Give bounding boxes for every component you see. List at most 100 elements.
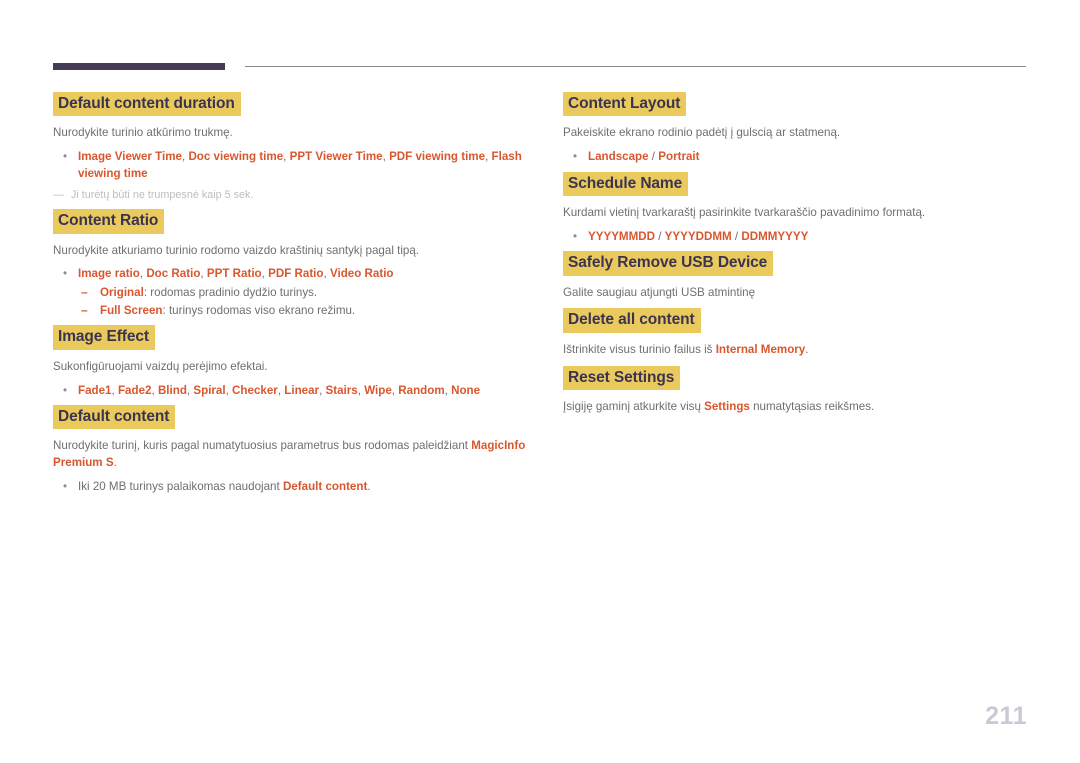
- body-text-run: : rodomas pradinio dydžio turinys.: [143, 285, 318, 299]
- bullet-dot-icon: •: [63, 480, 68, 493]
- section-heading-wrap: Reset Settings: [563, 365, 1028, 390]
- emphasis-term: Landscape: [588, 150, 649, 164]
- emphasis-term: Wipe: [364, 383, 392, 397]
- page-header-rule: [53, 58, 1026, 72]
- emphasis-term: Fade1: [78, 383, 112, 397]
- emphasis-term: Checker: [232, 383, 278, 397]
- section-safely-remove-usb-device: Safely Remove USB Device Galite saugiau a…: [563, 251, 1028, 301]
- section-heading: Default content duration: [53, 92, 241, 117]
- emphasis-term: Doc Ratio: [146, 267, 201, 281]
- section-body-text: Galite saugiau atjungti USB atmintinę: [563, 285, 756, 299]
- page-number: 211: [985, 702, 1027, 730]
- option-list-item: • Iki 20 MB turinys palaikomas naudojant …: [53, 479, 533, 495]
- section-heading-wrap: Default content duration: [53, 92, 533, 117]
- section-body-text: Nurodykite atkuriamo turinio rodomo vaiz…: [53, 243, 420, 257]
- body-text-run: Iki 20 MB turinys palaikomas naudojant: [78, 480, 283, 493]
- section-content-layout: Content Layout Pakeiskite ekrano rodinio …: [563, 92, 1028, 166]
- emphasis-term: DDMMYYYY: [741, 229, 809, 243]
- option-list: • Image ratio, Doc Ratio, PPT Ratio, PDF …: [53, 266, 533, 319]
- section-image-effect: Image Effect Sukonfigūruojami vaizdų perė…: [53, 325, 533, 399]
- emphasis-term: PPT Viewer Time: [289, 150, 383, 164]
- note-text: Ji turėtų būti ne trumpesnė kaip 5 sek.: [71, 189, 254, 202]
- body-text-run: .: [113, 456, 117, 470]
- section-heading-wrap: Image Effect: [53, 325, 533, 350]
- bullet-dot-icon: •: [63, 383, 68, 397]
- option-list: • YYYYMMDD / YYYYDDMM / DDMMYYYY: [563, 229, 1028, 245]
- section-body-text: Įsigiję gaminį atkurkite visų Settings n…: [563, 399, 1028, 416]
- option-list-item: • Image ratio, Doc Ratio, PPT Ratio, PDF …: [53, 266, 533, 319]
- section-heading-wrap: Content Ratio: [53, 209, 533, 234]
- emphasis-term: Spiral: [193, 383, 226, 397]
- body-text-run: numatytąsias reikšmes.: [749, 399, 875, 413]
- emphasis-term: Fade2: [117, 383, 152, 397]
- emphasis-term: PPT Ratio: [206, 267, 262, 281]
- option-list: • Landscape / Portrait: [563, 149, 1028, 165]
- emphasis-term: Default content: [282, 480, 368, 493]
- section-heading: Image Effect: [53, 325, 155, 350]
- section-body-text: Pakeiskite ekrano rodinio padėtį į gulsc…: [563, 126, 841, 140]
- header-thick-bar: [53, 63, 225, 70]
- note-dash-icon: —: [53, 189, 64, 202]
- section-body-text: Sukonfigūruojami vaizdų perėjimo efektai…: [53, 359, 268, 373]
- body-text-run: .: [367, 480, 371, 493]
- body-text-run: /: [648, 150, 659, 164]
- emphasis-term: YYYYDDMM: [664, 229, 732, 243]
- body-text-run: .: [805, 342, 809, 356]
- emphasis-term: None: [451, 383, 481, 397]
- emphasis-term: Linear: [284, 383, 320, 397]
- emphasis-term: Video Ratio: [329, 267, 394, 281]
- section-heading: Reset Settings: [563, 365, 681, 390]
- body-text-run: /: [731, 229, 742, 243]
- emphasis-term: Full Screen: [100, 303, 163, 317]
- section-note: — Ji turėtų būti ne trumpesnė kaip 5 sek.: [53, 188, 533, 203]
- section-heading: Content Ratio: [53, 209, 165, 234]
- emphasis-term: Image ratio: [78, 267, 140, 281]
- left-column: Default content duration Nurodykite turin…: [53, 92, 533, 501]
- sub-option-list-item: – Full Screen: turinys rodomas viso ekran…: [78, 303, 533, 320]
- emphasis-term: Random: [398, 383, 445, 397]
- section-heading-wrap: Safely Remove USB Device: [563, 251, 1028, 276]
- emphasis-term: YYYYMMDD: [588, 229, 655, 243]
- section-heading-wrap: Content Layout: [563, 92, 1028, 117]
- sub-option-list-item: – Original: rodomas pradinio dydžio turin…: [78, 285, 533, 302]
- option-list-item: • Landscape / Portrait: [563, 149, 1028, 165]
- section-heading-wrap: Schedule Name: [563, 171, 1028, 196]
- section-heading: Delete all content: [563, 308, 701, 333]
- section-body-text: Nurodykite turinio atkūrimo trukmę.: [53, 126, 233, 140]
- section-body-text: Ištrinkite visus turinio failus iš Inter…: [563, 342, 1028, 359]
- body-text-run: Įsigiję gaminį atkurkite visų: [563, 399, 705, 413]
- section-heading: Safely Remove USB Device: [563, 251, 774, 276]
- emphasis-term: Settings: [704, 399, 750, 413]
- bullet-dot-icon: •: [573, 150, 578, 164]
- section-default-content: Default content Nurodykite turinį, kuris …: [53, 405, 533, 495]
- section-heading: Content Layout: [563, 92, 687, 117]
- emphasis-term: Internal Memory: [715, 342, 806, 356]
- section-heading: Default content: [53, 405, 176, 430]
- section-default-content-duration: Default content duration Nurodykite turin…: [53, 92, 533, 203]
- emphasis-term: Blind: [157, 383, 187, 397]
- option-list-item: • Fade1, Fade2, Blind, Spiral, Checker, L…: [53, 383, 533, 399]
- bullet-dot-icon: •: [63, 150, 68, 164]
- section-body-text: Kurdami vietinį tvarkaraštį pasirinkite …: [563, 206, 926, 219]
- section-heading: Schedule Name: [563, 171, 689, 196]
- section-content-ratio: Content Ratio Nurodykite atkuriamo turini…: [53, 209, 533, 319]
- section-reset-settings: Reset Settings Įsigiję gaminį atkurkite v…: [563, 365, 1028, 416]
- option-list-item: • Image Viewer Time, Doc viewing time, PP…: [53, 149, 533, 182]
- section-schedule-name: Schedule Name Kurdami vietinį tvarkaraštį…: [563, 171, 1028, 246]
- option-list: • Fade1, Fade2, Blind, Spiral, Checker, L…: [53, 383, 533, 399]
- emphasis-term: Stairs: [325, 383, 358, 397]
- emphasis-term: Original: [100, 285, 144, 299]
- bullet-dash-icon: –: [81, 302, 88, 317]
- bullet-dash-icon: –: [81, 284, 88, 299]
- body-text-run: : turinys rodomas viso ekrano režimu.: [162, 303, 356, 317]
- section-heading-wrap: Default content: [53, 405, 533, 430]
- bullet-dot-icon: •: [573, 229, 578, 243]
- option-list: • Image Viewer Time, Doc viewing time, PP…: [53, 149, 533, 182]
- emphasis-term: Portrait: [658, 150, 700, 164]
- section-delete-all-content: Delete all content Ištrinkite visus turin…: [563, 308, 1028, 358]
- option-list: • Iki 20 MB turinys palaikomas naudojant …: [53, 479, 533, 495]
- bullet-dot-icon: •: [63, 267, 68, 281]
- header-thin-rule: [245, 66, 1026, 67]
- emphasis-term: Doc viewing time: [188, 150, 284, 164]
- emphasis-term: PDF viewing time: [389, 150, 486, 164]
